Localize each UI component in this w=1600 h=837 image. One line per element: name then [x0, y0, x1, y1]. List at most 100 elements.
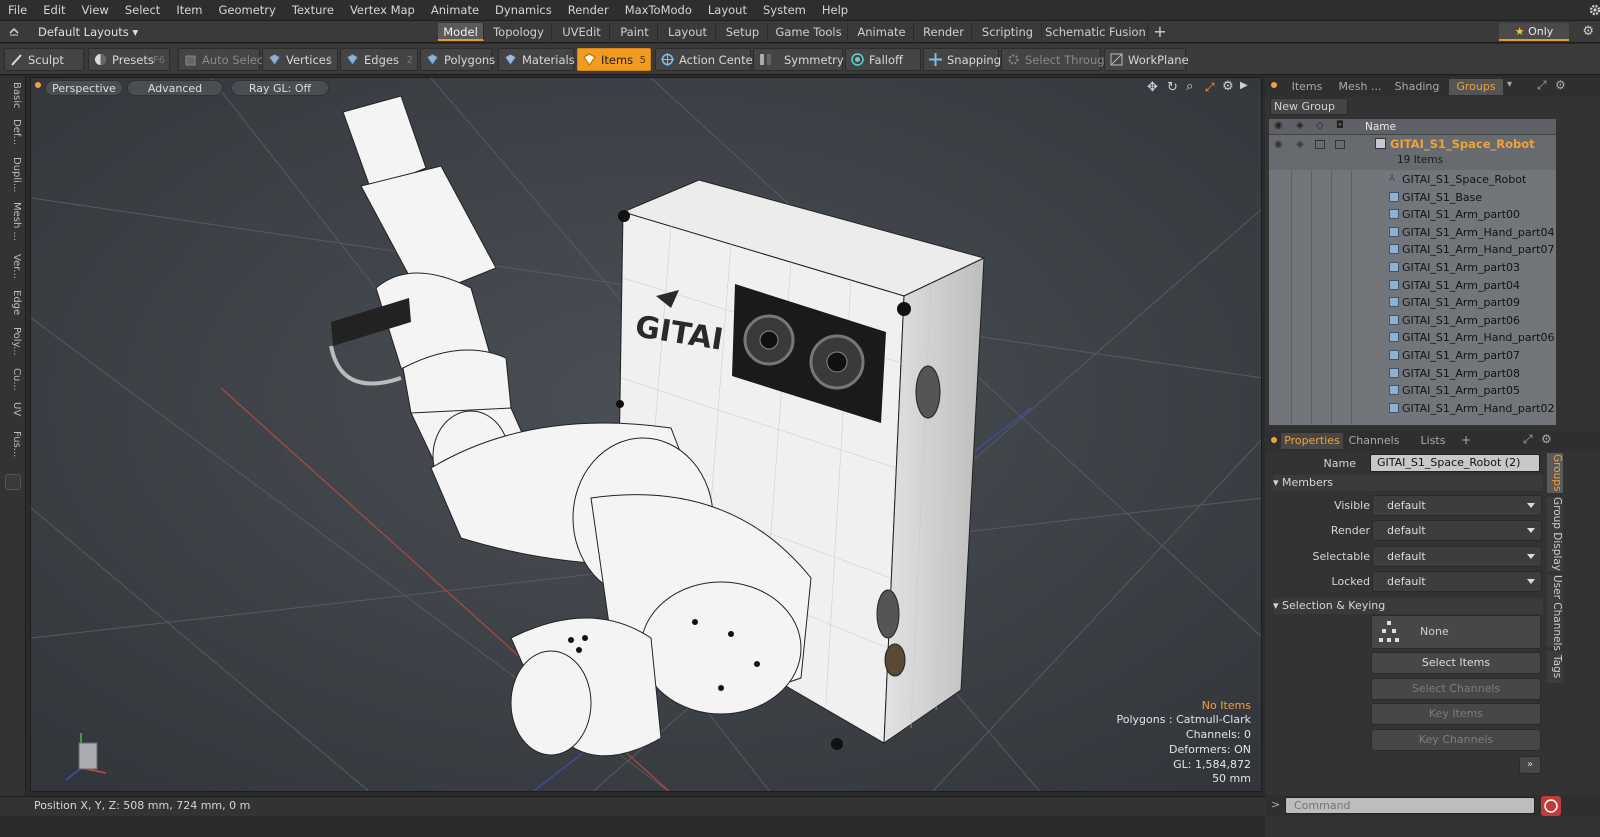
- tab-fusion[interactable]: Fus...: [4, 424, 22, 464]
- more-options-chevron-icon[interactable]: »: [1519, 756, 1541, 774]
- layout-expand-icon[interactable]: [8, 25, 20, 40]
- fit-view-icon[interactable]: ⤢: [1205, 80, 1215, 95]
- viewport-settings-icon[interactable]: ⚙: [1222, 79, 1234, 94]
- menu-dynamics[interactable]: Dynamics: [487, 3, 560, 17]
- side-tab-groups[interactable]: Groups: [1547, 453, 1563, 493]
- left-tabs-options-button[interactable]: [5, 474, 21, 490]
- menu-texture[interactable]: Texture: [284, 3, 342, 17]
- tab-duplicate[interactable]: Dupli...: [4, 154, 22, 196]
- add-tab-plus-icon[interactable]: +: [1150, 23, 1170, 41]
- tab-animate[interactable]: Animate: [850, 23, 914, 41]
- group-render-icon[interactable]: ◈: [1296, 139, 1304, 150]
- command-input[interactable]: [1285, 797, 1535, 814]
- panel-settings-icon[interactable]: ⚙: [1555, 78, 1566, 92]
- menu-layout[interactable]: Layout: [700, 3, 755, 17]
- tab-setup[interactable]: Setup: [718, 23, 768, 41]
- polygons-button[interactable]: Polygons: [420, 48, 495, 71]
- tab-curve[interactable]: Cu...: [4, 364, 22, 394]
- list-item[interactable]: GITAI_S1_Arm_part03: [1269, 259, 1556, 277]
- action-center-button[interactable]: Action Center: [655, 48, 757, 71]
- menu-geometry[interactable]: Geometry: [211, 3, 284, 17]
- tab-mesh-edit[interactable]: Mesh ...: [4, 200, 22, 244]
- group-selectable-box[interactable]: [1315, 140, 1325, 149]
- menu-vertex-map[interactable]: Vertex Map: [342, 3, 423, 17]
- tab-items[interactable]: Items: [1283, 79, 1331, 95]
- render-icon[interactable]: ◈: [1296, 120, 1304, 131]
- materials-button[interactable]: Materials: [498, 48, 575, 71]
- layout-settings-icon[interactable]: ⚙: [1582, 24, 1594, 39]
- list-item[interactable]: GITAI_S1_Arm_part04: [1269, 277, 1556, 295]
- menu-render[interactable]: Render: [560, 3, 617, 17]
- sculpt-button[interactable]: Sculpt: [4, 48, 84, 71]
- menu-select[interactable]: Select: [117, 3, 168, 17]
- name-column-header[interactable]: Name: [1365, 121, 1396, 133]
- list-item[interactable]: ⅄ GITAI_S1_Space_Robot: [1269, 171, 1556, 189]
- list-item[interactable]: GITAI_S1_Arm_Hand_part02: [1269, 400, 1556, 418]
- tab-deform[interactable]: Def...: [4, 114, 22, 150]
- list-item[interactable]: GITAI_S1_Arm_part08: [1269, 365, 1556, 383]
- rotate-view-icon[interactable]: ↻: [1167, 80, 1178, 95]
- members-section-header[interactable]: ▾ Members: [1273, 475, 1543, 491]
- list-item[interactable]: GITAI_S1_Arm_part09: [1269, 294, 1556, 312]
- pan-icon[interactable]: ✥: [1147, 80, 1158, 95]
- viewport-expand-icon[interactable]: ▶: [1240, 80, 1248, 91]
- tab-game-tools[interactable]: Game Tools: [770, 23, 848, 41]
- properties-settings-icon[interactable]: ⚙: [1541, 432, 1552, 446]
- tab-edge[interactable]: Edge: [4, 288, 22, 318]
- menu-item[interactable]: Item: [168, 3, 210, 17]
- group-name-field[interactable]: GITAI_S1_Space_Robot (2): [1370, 454, 1540, 472]
- presets-button[interactable]: Presets F6: [88, 48, 170, 71]
- tab-topology[interactable]: Topology: [486, 23, 552, 41]
- menu-help[interactable]: Help: [814, 3, 856, 17]
- add-prop-tab-plus-icon[interactable]: +: [1461, 433, 1471, 447]
- tab-mesh-ops[interactable]: Mesh ...: [1335, 79, 1385, 95]
- shading-mode-dropdown[interactable]: Advanced: [127, 80, 223, 96]
- select-channels-button[interactable]: Select Channels: [1371, 678, 1541, 700]
- side-tab-group-display[interactable]: Group Display: [1547, 497, 1563, 571]
- side-tab-user-channels[interactable]: User Channels: [1547, 575, 1563, 651]
- list-item[interactable]: GITAI_S1_Arm_Hand_part06: [1269, 329, 1556, 347]
- settings-gear-icon[interactable]: [1580, 3, 1600, 17]
- 3d-viewport[interactable]: GITAI Perspective Advanced Ray GL: Off ✥…: [30, 77, 1262, 792]
- list-item[interactable]: GITAI_S1_Arm_part06: [1269, 312, 1556, 330]
- menu-edit[interactable]: Edit: [35, 3, 73, 17]
- select-items-button[interactable]: Select Items: [1371, 652, 1541, 674]
- list-item[interactable]: GITAI_S1_Arm_part00: [1269, 206, 1556, 224]
- list-item[interactable]: GITAI_S1_Arm_part05: [1269, 382, 1556, 400]
- side-tab-tags[interactable]: Tags: [1547, 651, 1563, 683]
- list-item[interactable]: GITAI_S1_Arm_Hand_part07: [1269, 241, 1556, 259]
- view-type-dropdown[interactable]: Perspective: [45, 80, 123, 96]
- falloff-button[interactable]: Falloff: [845, 48, 921, 71]
- tabs-overflow-chevron-icon[interactable]: ▾: [1507, 79, 1512, 90]
- tab-groups[interactable]: Groups: [1449, 79, 1503, 95]
- new-group-button[interactable]: New Group: [1270, 98, 1348, 115]
- select-through-button[interactable]: Select Through: [1001, 48, 1112, 71]
- panel-maximize-icon[interactable]: ⤢: [1537, 78, 1547, 93]
- properties-maximize-icon[interactable]: ⤢: [1523, 432, 1533, 447]
- record-macro-button[interactable]: [1541, 796, 1561, 816]
- menu-file[interactable]: File: [0, 3, 35, 17]
- tab-polygon[interactable]: Poly...: [4, 322, 22, 360]
- items-button[interactable]: Items 5: [577, 48, 651, 71]
- list-item[interactable]: GITAI_S1_Arm_part07: [1269, 347, 1556, 365]
- selection-keying-section-header[interactable]: ▾ Selection & Keying: [1273, 598, 1543, 614]
- visible-dropdown[interactable]: default: [1372, 495, 1542, 516]
- tab-shading[interactable]: Shading: [1389, 79, 1445, 95]
- workplane-button[interactable]: WorkPlane: [1104, 48, 1189, 71]
- tab-vertex[interactable]: Ver...: [4, 248, 22, 284]
- selectable-dropdown[interactable]: default: [1372, 546, 1542, 567]
- menu-system[interactable]: System: [755, 3, 814, 17]
- raygl-toggle[interactable]: Ray GL: Off: [231, 80, 329, 96]
- key-channels-button[interactable]: Key Channels: [1371, 729, 1541, 751]
- group-visible-icon[interactable]: ◉: [1274, 139, 1283, 150]
- group-row[interactable]: ◉ ◈ GITAI_S1_Space_Robot 19 Items: [1269, 135, 1556, 170]
- menu-maxtomodo[interactable]: MaxToModo: [617, 3, 700, 17]
- tab-model[interactable]: Model: [438, 23, 484, 41]
- group-locked-box[interactable]: [1335, 140, 1345, 149]
- zoom-icon[interactable]: ⌕: [1186, 79, 1193, 94]
- lock-icon[interactable]: ◘: [1336, 120, 1344, 131]
- tab-basic[interactable]: Basic: [4, 80, 22, 110]
- none-preset-button[interactable]: None: [1371, 615, 1541, 649]
- render-dropdown[interactable]: default: [1372, 520, 1542, 541]
- tab-render[interactable]: Render: [916, 23, 972, 41]
